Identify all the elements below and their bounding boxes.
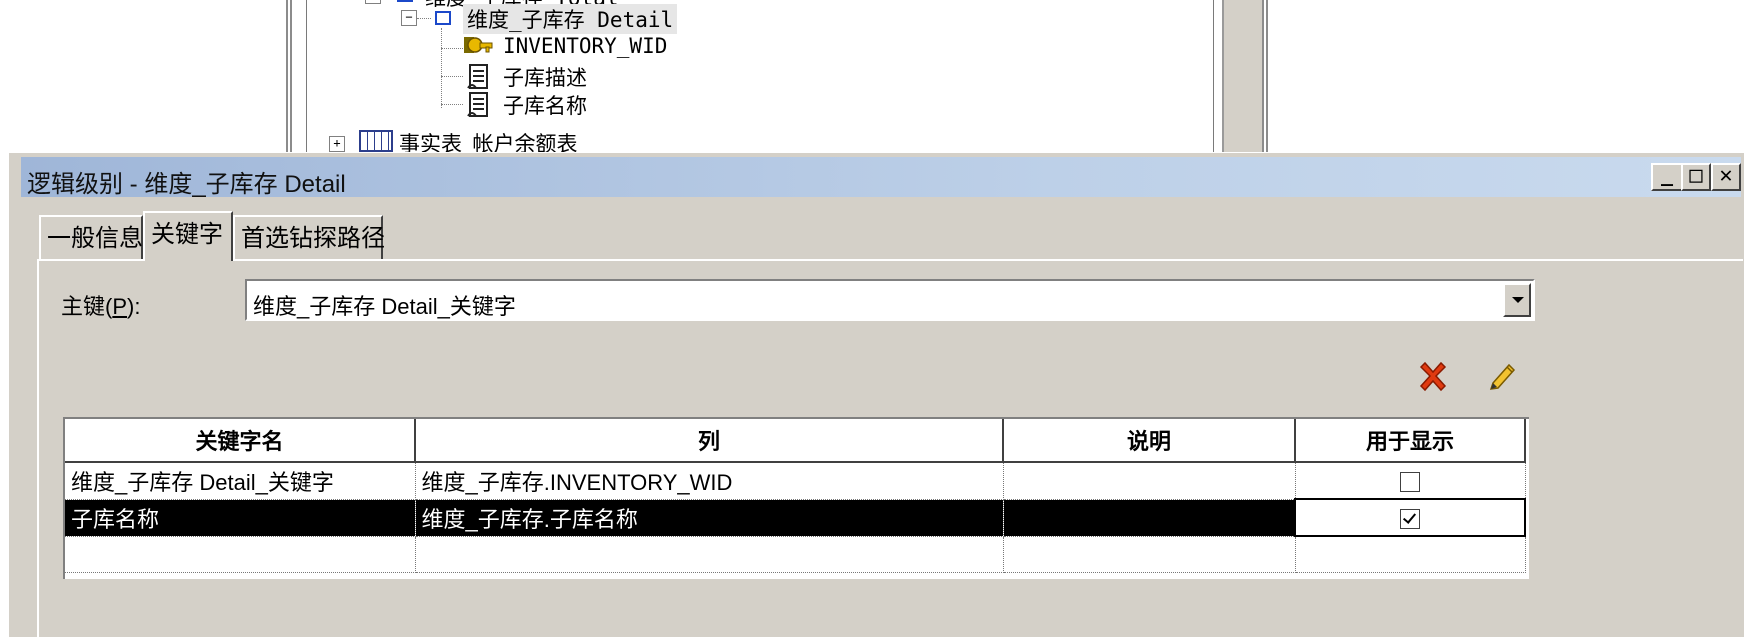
cell-key-name[interactable]: 维度_子库存 Detail_关键字 [65,462,416,500]
tree-expander[interactable]: + [329,136,345,152]
tree-expander[interactable]: − [365,0,381,4]
logical-level-dialog: 逻辑级别 - 维度_子库存 Detail _ □ ✕ 一般信息 关键字 首选钻探… [8,152,1744,639]
use-for-display-checkbox[interactable] [1400,471,1420,492]
chevron-down-icon[interactable] [1503,283,1531,317]
tab-preferred-drill-path[interactable]: 首选钻探路径 [233,215,385,259]
column-icon [467,64,488,89]
pencil-icon[interactable] [1483,359,1519,395]
tree-node-subinv-desc[interactable]: 子库描述 [503,62,587,92]
cell-empty[interactable] [1295,536,1526,573]
cell-use-for-display [1295,462,1526,500]
tree-window: − 维度_子库存 Total − 维度_子库存 Detail INVENTORY… [286,0,1268,160]
primary-key-select[interactable]: 维度_子库存 Detail_关键字 [245,279,1535,321]
column-header-use-for-display[interactable]: 用于显示 [1295,419,1526,463]
title-bar[interactable]: 逻辑级别 - 维度_子库存 Detail _ □ ✕ [21,157,1741,198]
table-row[interactable]: 维度_子库存 Detail_关键字 维度_子库存.INVENTORY_WID [65,462,1526,500]
cell-empty[interactable] [65,536,416,573]
cell-column[interactable]: 维度_子库存.子库名称 [415,499,1004,537]
close-button[interactable]: ✕ [1711,163,1741,191]
cell-empty[interactable] [1003,536,1296,573]
use-for-display-checkbox[interactable] [1400,508,1420,529]
column-header-column[interactable]: 列 [415,419,1004,463]
maximize-button[interactable]: □ [1681,163,1711,191]
dialog-title: 逻辑级别 - 维度_子库存 Detail [27,171,346,198]
cell-description[interactable] [1003,462,1296,500]
cell-key-name[interactable]: 子库名称 [65,499,416,537]
level-icon [397,0,413,2]
tree-node-inventory-wid[interactable]: INVENTORY_WID [503,34,667,58]
cell-empty[interactable] [415,536,1004,573]
tree-node-detail[interactable]: 维度_子库存 Detail [463,4,678,34]
key-icon [464,37,493,53]
primary-key-value: 维度_子库存 Detail_关键字 [253,294,516,319]
table-icon [359,130,393,152]
grid-header-row: 关键字名 列 说明 用于显示 [65,419,1526,463]
minimize-button[interactable]: _ [1651,163,1683,191]
tree-expander[interactable]: − [401,10,417,26]
cell-column[interactable]: 维度_子库存.INVENTORY_WID [415,462,1004,500]
tab-general[interactable]: 一般信息 [39,215,143,259]
delete-icon[interactable] [1415,359,1451,395]
cell-use-for-display [1294,498,1526,537]
column-header-key-name[interactable]: 关键字名 [65,419,416,463]
keys-grid: 关键字名 列 说明 用于显示 维度_子库存 Detail_关键字 维度_子库存.… [63,417,1529,579]
table-row-empty[interactable] [65,536,1526,573]
table-row[interactable]: 子库名称 维度_子库存.子库名称 [65,498,1526,537]
primary-key-label: 主键(P): [61,294,141,319]
column-icon [467,92,488,117]
tree-node-subinv-name[interactable]: 子库名称 [503,90,587,120]
tab-keys[interactable]: 关键字 [143,211,233,261]
tree-scrollbar[interactable] [1222,0,1262,160]
cell-description[interactable] [1003,499,1296,537]
level-icon [435,11,451,25]
column-header-description[interactable]: 说明 [1003,419,1296,463]
tree-pane: − 维度_子库存 Total − 维度_子库存 Detail INVENTORY… [306,0,1214,160]
